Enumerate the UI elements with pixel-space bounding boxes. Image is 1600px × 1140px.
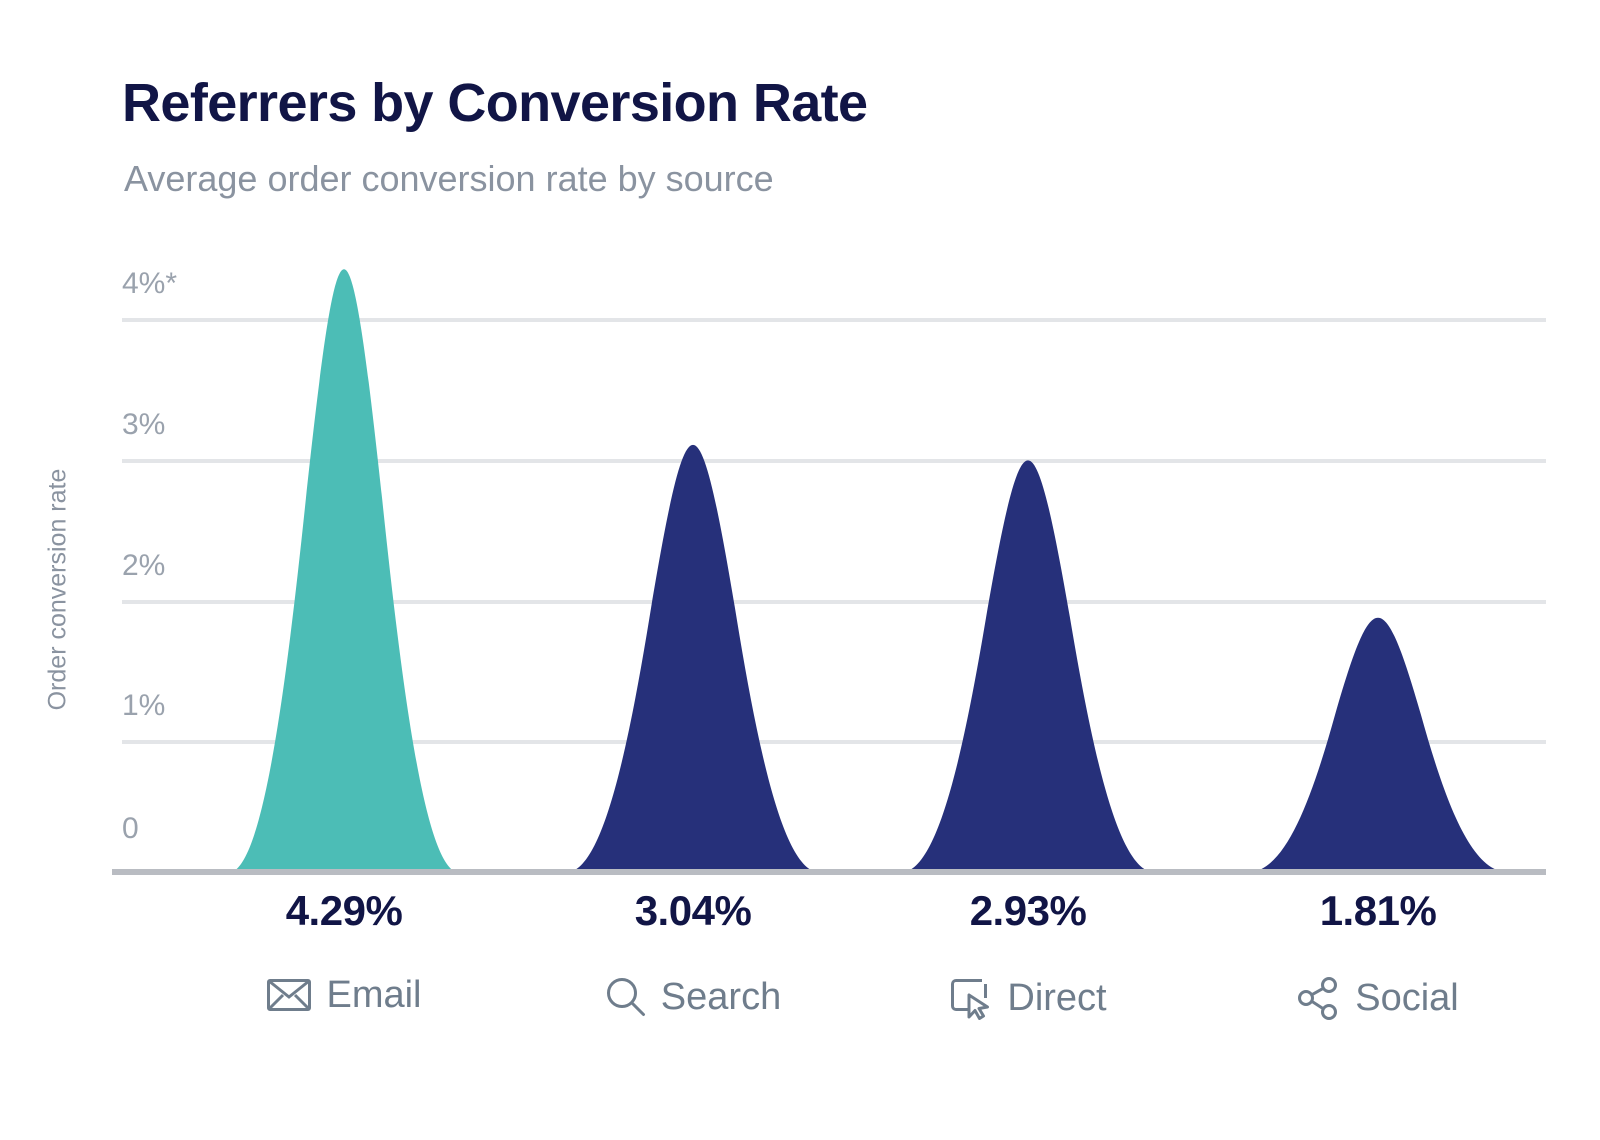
peak-search[interactable] xyxy=(570,444,816,872)
column-name-email: Email xyxy=(326,974,422,1016)
y-tick-2pct: 2% xyxy=(122,549,166,582)
column-value-direct: 2.93% xyxy=(969,887,1087,934)
column-label-row-search: Search xyxy=(543,976,843,1018)
column-footer-direct[interactable]: 2.93% Direct xyxy=(878,890,1178,1020)
column-footer-social[interactable]: 1.81% Social xyxy=(1228,890,1528,1020)
column-label-row-email: Email xyxy=(194,976,494,1014)
data-peaks xyxy=(232,269,1504,872)
column-name-search: Search xyxy=(660,976,782,1018)
cursor-window-icon xyxy=(949,976,993,1020)
peak-email[interactable] xyxy=(232,269,456,872)
y-tick-1pct: 1% xyxy=(122,689,166,722)
y-tick-zero: 0 xyxy=(122,812,139,845)
y-axis-title: Order conversion rate xyxy=(43,468,72,711)
column-footer-search[interactable]: 3.04% Search xyxy=(543,890,843,1018)
column-label-row-direct: Direct xyxy=(878,976,1178,1020)
envelope-icon xyxy=(266,977,312,1013)
column-footer-email[interactable]: 4.29% Email xyxy=(194,890,494,1014)
column-value-search: 3.04% xyxy=(634,887,752,934)
column-name-social: Social xyxy=(1355,977,1459,1019)
y-tick-4pct: 4%* xyxy=(122,267,178,300)
peak-social[interactable] xyxy=(1252,617,1504,872)
chart-card: Referrers by Conversion Rate Average ord… xyxy=(0,0,1600,1140)
y-tick-3pct: 3% xyxy=(122,408,166,441)
magnifier-icon xyxy=(605,976,647,1018)
column-label-row-social: Social xyxy=(1228,976,1528,1020)
column-value-email: 4.29% xyxy=(285,887,403,934)
share-nodes-icon xyxy=(1297,976,1341,1020)
column-value-social: 1.81% xyxy=(1319,887,1437,934)
peak-direct[interactable] xyxy=(905,460,1151,872)
column-name-direct: Direct xyxy=(1007,977,1107,1019)
